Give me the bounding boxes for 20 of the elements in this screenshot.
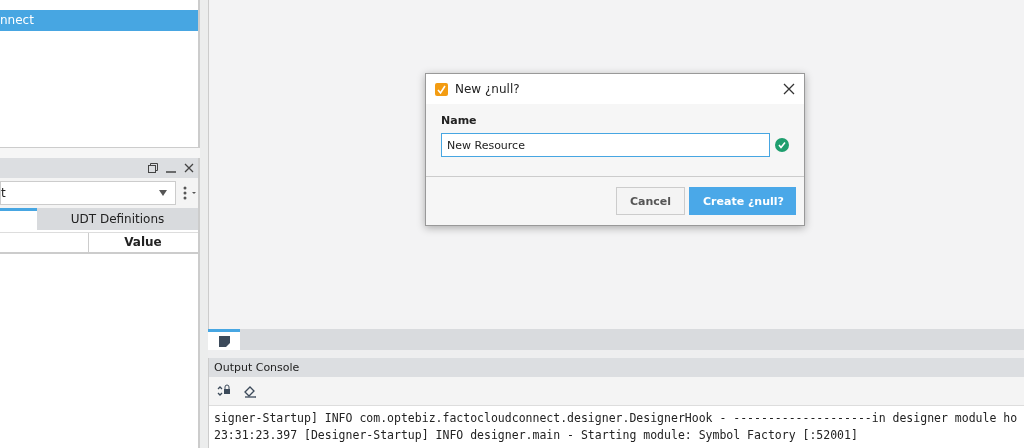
workspace-tab[interactable]: [208, 328, 240, 351]
scroll-lock-icon[interactable]: [217, 384, 231, 398]
name-field[interactable]: New Resource: [441, 133, 770, 157]
provider-dropdown[interactable]: t: [0, 181, 176, 205]
more-options-icon[interactable]: [182, 186, 198, 200]
app-icon: [435, 82, 448, 96]
cancel-button[interactable]: Cancel: [615, 187, 685, 215]
close-icon[interactable]: [184, 163, 194, 173]
console-line: 23:31:23.397 [Designer-Startup] INFO designer.main - Starting module: Symbol Factory [:52001]: [214, 427, 859, 444]
eraser-icon[interactable]: [243, 384, 257, 398]
dialog-title: New ¿null?: [455, 82, 520, 96]
panel-title: Output Console: [209, 358, 1024, 377]
field-label: Name: [441, 114, 478, 127]
tag-browser-tab[interactable]: UDT Definitions: [37, 208, 198, 230]
close-icon[interactable]: [783, 83, 795, 95]
column-header[interactable]: Value: [88, 233, 197, 252]
restore-icon[interactable]: [148, 163, 158, 173]
console-line: signer-Startup] INFO com.optebiz.factocloudconnect.designer.DesignerHook - --------------------in designer module ho: [214, 410, 1019, 427]
window-icon: [218, 335, 230, 347]
dropdown-caret-icon[interactable]: [159, 190, 167, 196]
